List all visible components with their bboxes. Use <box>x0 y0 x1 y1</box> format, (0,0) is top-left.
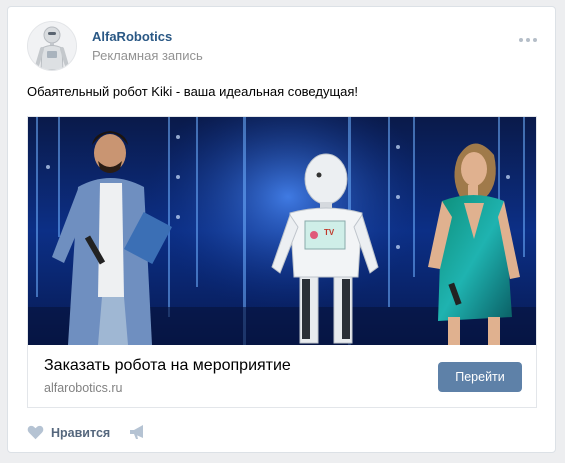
post-text: Обаятельный робот Kiki - ваша идеальная … <box>27 84 359 99</box>
like-label: Нравится <box>51 425 111 440</box>
post-subtitle: Рекламная запись <box>92 48 203 63</box>
attachment-domain: alfarobotics.ru <box>44 381 123 395</box>
post-card: AlfaRobotics Рекламная запись Обаятельны… <box>7 6 556 453</box>
megaphone-icon <box>130 425 143 439</box>
like-button[interactable]: Нравится <box>27 425 110 440</box>
go-button[interactable]: Перейти <box>438 362 522 392</box>
heart-icon <box>27 425 44 440</box>
attachment-title[interactable]: Заказать робота на мероприятие <box>44 357 291 375</box>
link-attachment[interactable]: TV Заказать робота на мероприятие alfaro… <box>27 116 537 408</box>
share-button[interactable] <box>129 424 147 443</box>
robot-screen-label: TV <box>324 228 335 237</box>
robot-avatar-image <box>28 22 76 70</box>
attachment-photo[interactable]: TV <box>28 117 537 345</box>
avatar[interactable] <box>27 21 77 71</box>
more-icon[interactable] <box>519 38 537 42</box>
post-author-link[interactable]: AlfaRobotics <box>92 29 172 44</box>
